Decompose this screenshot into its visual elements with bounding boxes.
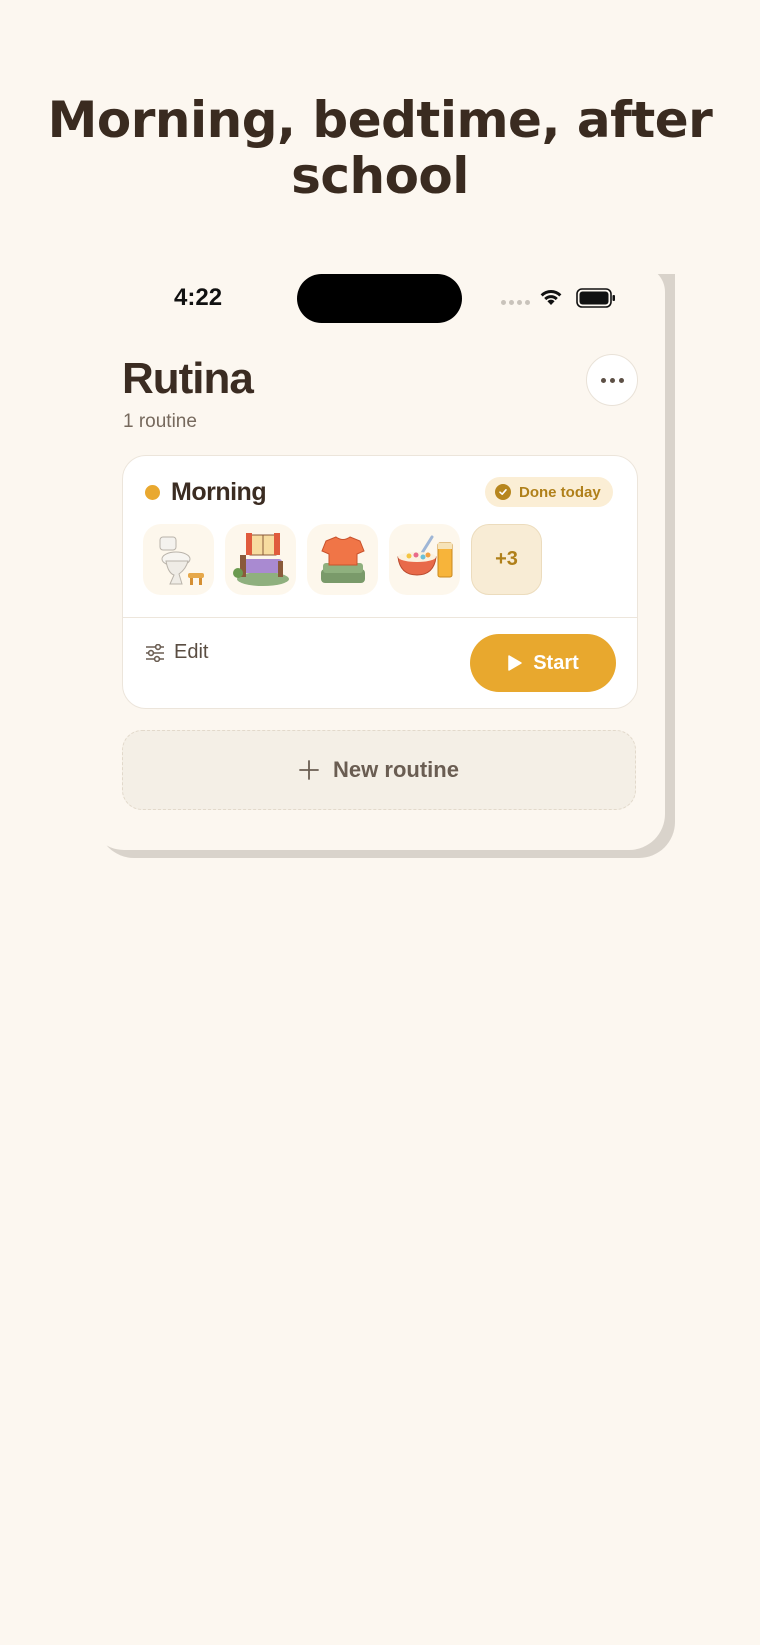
- folded-clothes-icon: [307, 524, 378, 595]
- status-badge-label: Done today: [519, 483, 601, 501]
- play-icon: [508, 655, 522, 671]
- card-divider: [123, 617, 637, 618]
- routine-color-dot: [145, 485, 160, 500]
- status-time: 4:22: [174, 284, 223, 311]
- new-routine-label: New routine: [333, 757, 459, 782]
- check-circle-icon: [495, 484, 511, 500]
- routine-card-morning[interactable]: Morning Done today +3 Edit Start: [122, 455, 638, 709]
- routine-count: 1 routine: [123, 411, 197, 432]
- start-label: Start: [533, 651, 579, 674]
- ellipsis-icon: [600, 377, 606, 383]
- more-steps-count: +3: [471, 524, 542, 595]
- routine-steps: +3: [143, 524, 542, 595]
- edit-label: Edit: [174, 641, 209, 663]
- edit-routine-button[interactable]: Edit: [145, 641, 208, 664]
- dynamic-island: [297, 274, 462, 323]
- cellular-signal-icon: [501, 300, 530, 305]
- app-title: Rutina: [122, 354, 254, 403]
- wifi-icon: [540, 290, 562, 305]
- routine-name: Morning: [171, 478, 267, 506]
- status-badge: Done today: [485, 477, 613, 507]
- marketing-headline: Morning, bedtime, after school: [47, 91, 713, 205]
- make-bed-icon: [225, 524, 296, 595]
- start-routine-button[interactable]: Start: [470, 634, 616, 692]
- more-options-button[interactable]: [586, 354, 638, 406]
- plus-icon: [299, 760, 319, 780]
- toilet-icon: [143, 524, 214, 595]
- cereal-breakfast-icon: [389, 524, 460, 595]
- phone-screen: 4:22 Rutina 1 routine Morning Done today: [88, 266, 665, 850]
- new-routine-button[interactable]: New routine: [122, 730, 636, 810]
- battery-icon: [576, 288, 615, 308]
- sliders-icon: [146, 643, 164, 662]
